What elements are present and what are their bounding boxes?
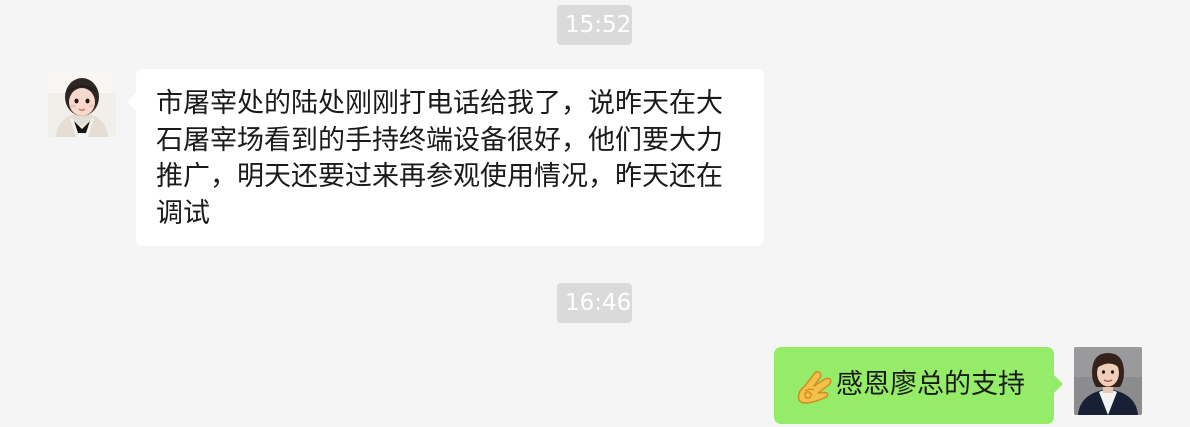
child-avatar-icon [48, 69, 116, 137]
chat-window: 15:52 市屠宰处的陆处刚刚打电话给我了，说昨天在大石屠宰场看到的手持终端设备… [0, 0, 1190, 427]
outgoing-message-bubble[interactable]: 感恩廖总的支持 [774, 347, 1063, 424]
outgoing-message-text: 感恩廖总的支持 [836, 369, 1025, 401]
timestamp-pill: 15:52 [557, 5, 632, 45]
incoming-message-text: 市屠宰处的陆处刚刚打电话给我了，说昨天在大石屠宰场看到的手持终端设备很好，他们要… [156, 88, 723, 229]
timestamp-pill: 16:46 [557, 283, 632, 323]
user-avatar[interactable] [1074, 347, 1142, 415]
incoming-message-bubble[interactable]: 市屠宰处的陆处刚刚打电话给我了，说昨天在大石屠宰场看到的手持终端设备很好，他们要… [127, 69, 764, 246]
woman-avatar-icon [1074, 347, 1142, 415]
contact-avatar[interactable] [48, 69, 116, 137]
ok-hand-icon [794, 367, 834, 405]
